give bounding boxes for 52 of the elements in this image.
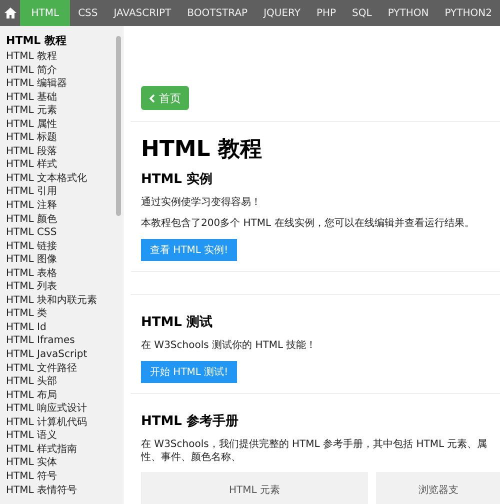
sidebar-item[interactable]: HTML 段落 — [6, 144, 115, 158]
sidebar-item[interactable]: HTML 文件路径 — [6, 362, 115, 376]
sidebar-item[interactable]: HTML 计算机代码 — [6, 416, 115, 430]
sidebar-item[interactable]: HTML 表情符号 — [6, 484, 115, 498]
page-title: HTML 教程 — [141, 136, 263, 164]
sidebar-item[interactable]: HTML 响应式设计 — [6, 402, 115, 416]
nav-tab[interactable]: JQUERY — [256, 0, 308, 26]
nav-tab[interactable]: BOOTSTRAP — [179, 0, 256, 26]
nav-tab[interactable]: JAVASCRIPT — [106, 0, 180, 26]
nav-tab[interactable]: SQL — [344, 0, 380, 26]
section-heading: HTML 实例 — [141, 170, 214, 188]
sidebar-item[interactable]: HTML 类 — [6, 307, 115, 321]
sidebar-item[interactable]: HTML 属性 — [6, 118, 115, 132]
sidebar-item[interactable]: HTML 颜色 — [6, 212, 115, 226]
sidebar-item[interactable]: HTML Id — [6, 320, 115, 334]
nav-tab[interactable]: PYTHON2 — [436, 0, 500, 26]
sidebar-item[interactable]: HTML JavaScript — [6, 348, 115, 362]
reference-card[interactable]: HTML 元素 — [141, 472, 368, 504]
sidebar-item[interactable]: HTML 链接 — [6, 240, 115, 254]
sidebar-item[interactable]: HTML 教程 — [6, 50, 115, 64]
reference-card[interactable]: 浏览器支 — [376, 472, 500, 504]
sidebar-item[interactable]: HTML 块和内联元素 — [6, 294, 115, 308]
sidebar-item[interactable]: HTML CSS — [6, 226, 115, 240]
sidebar-item[interactable]: HTML 引用 — [6, 185, 115, 200]
sidebar-item[interactable]: HTML 实体 — [6, 456, 115, 470]
sidebar-item[interactable]: HTML 基础 — [6, 90, 115, 104]
paragraph: 在 W3Schools，我们提供完整的 HTML 参考手册，其中包括 HTML 元素、属性、事件、颜色名称、 — [141, 438, 488, 464]
sidebar-item[interactable]: HTML 图像 — [6, 253, 115, 267]
sidebar-item[interactable]: HTML 简介 — [6, 64, 115, 78]
nav-tab[interactable]: PYTHON — [380, 0, 437, 26]
sidebar-item[interactable]: HTML 布局 — [6, 388, 115, 402]
section-heading: HTML 测试 — [141, 314, 214, 331]
sidebar-item[interactable]: HTML 标题 — [6, 131, 115, 145]
sidebar-item[interactable]: HTML Iframes — [6, 334, 115, 348]
paragraph: 本教程包含了200多个 HTML 在线实例，您可以在线编辑并查看运行结果。 — [141, 217, 476, 230]
sidebar-item[interactable]: HTML 样式指南 — [6, 442, 115, 456]
sidebar-title: HTML 教程 — [6, 33, 68, 48]
sidebar-item[interactable]: HTML 表格 — [6, 266, 115, 280]
sidebar-item[interactable]: HTML 列表 — [6, 280, 115, 294]
sidebar-item[interactable]: HTML 语义 — [6, 429, 115, 443]
section-heading: HTML 参考手册 — [141, 412, 240, 430]
nav-tab[interactable]: PHP — [308, 0, 344, 26]
sidebar-item[interactable]: HTML 元素 — [6, 104, 115, 118]
sidebar-item[interactable]: HTML 注释 — [6, 199, 115, 213]
sidebar-item[interactable]: HTML 编辑器 — [6, 77, 115, 91]
sidebar-item[interactable]: HTML 头部 — [6, 375, 115, 389]
nav-tab[interactable]: CSS — [70, 0, 106, 26]
paragraph: 在 W3Schools 测试你的 HTML 技能！ — [141, 339, 318, 352]
sidebar-item[interactable]: HTML 符号 — [6, 470, 115, 484]
sidebar-item[interactable]: HTML 文本格式化 — [6, 172, 115, 186]
sidebar-item[interactable]: HTML 样式 — [6, 158, 115, 172]
paragraph: 通过实例使学习变得容易！ — [141, 196, 262, 209]
